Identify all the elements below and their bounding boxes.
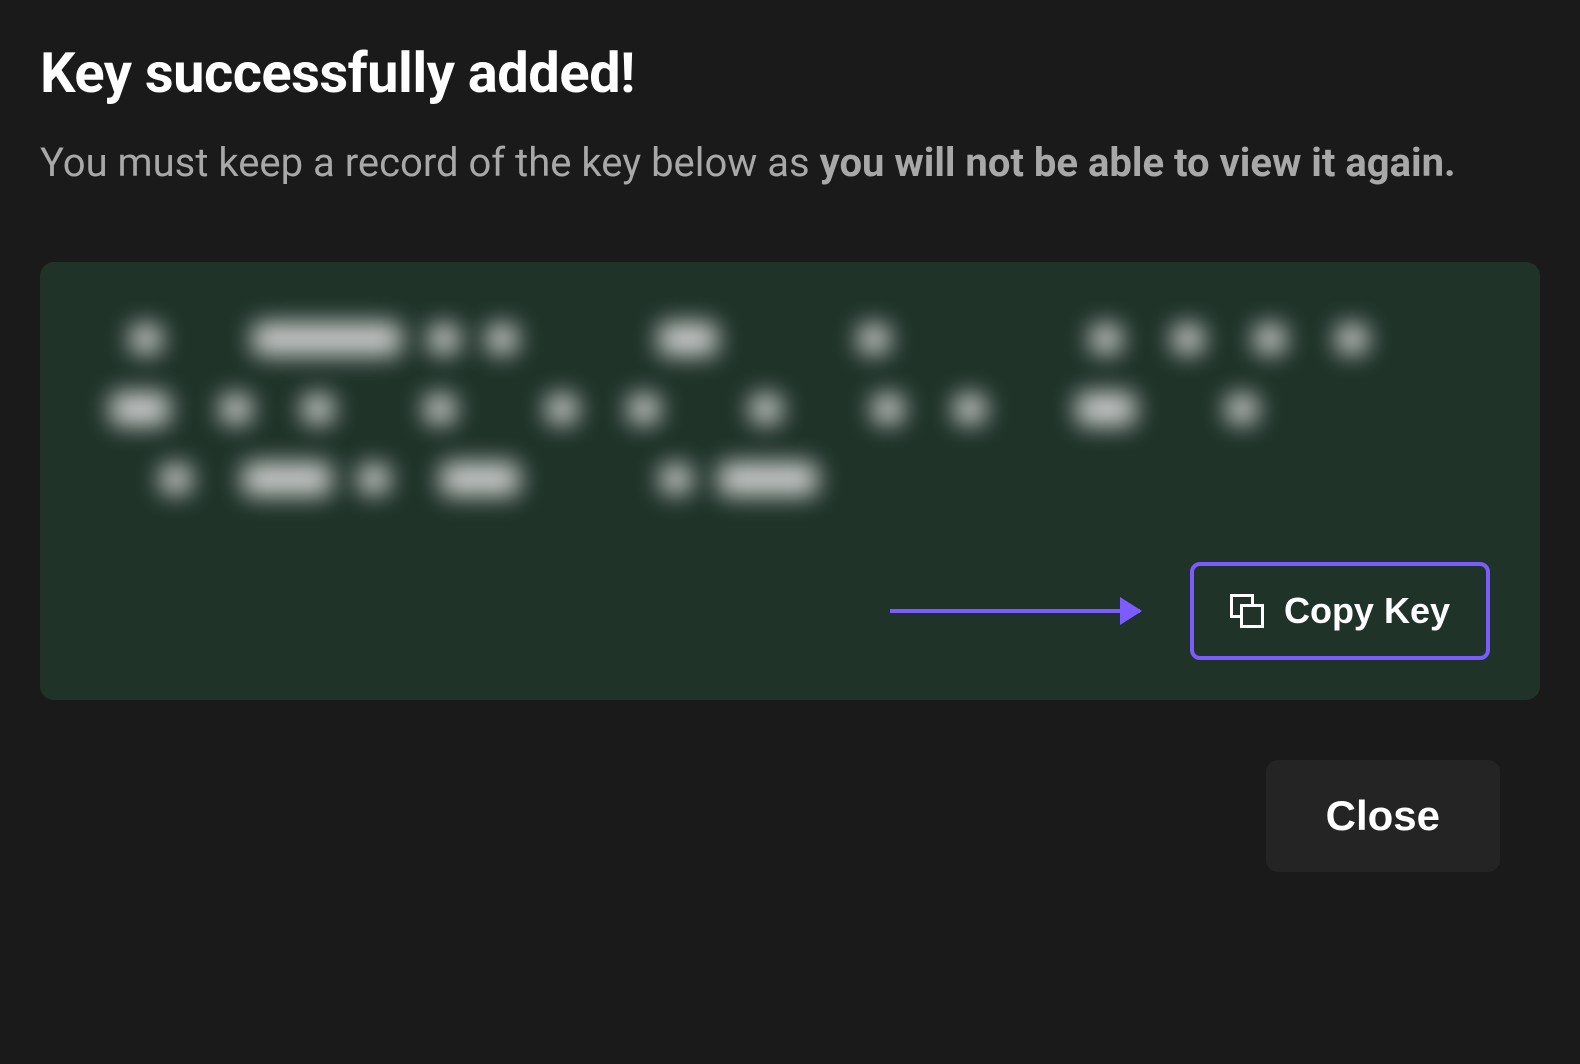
annotation-arrow (890, 609, 1140, 613)
subtitle-bold: you will not be able to view it again. (820, 139, 1456, 186)
dialog-footer: Close (40, 700, 1540, 872)
dialog-subtitle: You must keep a record of the key below … (40, 134, 1540, 192)
key-added-dialog: Key successfully added! You must keep a … (0, 0, 1580, 872)
copy-icon (1230, 594, 1264, 628)
dialog-title: Key successfully added! (40, 40, 1540, 106)
copy-key-button[interactable]: Copy Key (1190, 562, 1490, 660)
subtitle-prefix: You must keep a record of the key below … (40, 139, 820, 186)
copy-key-label: Copy Key (1284, 590, 1450, 632)
blurred-key-text (90, 322, 1490, 532)
close-button[interactable]: Close (1266, 760, 1500, 872)
api-key-box: Copy Key (40, 262, 1540, 700)
key-actions-row: Copy Key (90, 562, 1490, 660)
